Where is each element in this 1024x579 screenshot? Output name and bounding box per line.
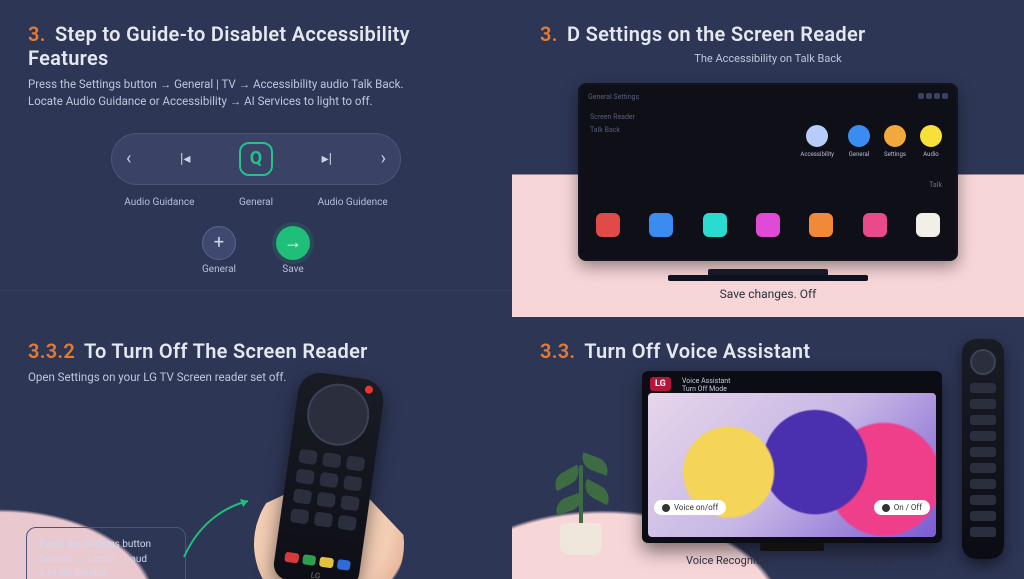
chevron-left-icon[interactable]: ‹ [126, 148, 131, 169]
pill-caption-center: General [208, 197, 305, 208]
panel2-caption: Save changes. Off [540, 287, 996, 301]
nav-pill: ‹ |◂ Q ▸| › [111, 133, 401, 185]
panel1-heading: 3. Step to Guide-to Disablet Accessibili… [28, 22, 484, 70]
panel4-step-number: 3.3. [540, 339, 575, 363]
skip-forward-icon[interactable]: ▸| [316, 148, 338, 170]
app-square-icon[interactable] [703, 213, 727, 237]
caption-voice-recognition: Voice Recognition [686, 554, 774, 567]
panel2-heading: 3. D Settings on the Screen Reader [540, 22, 996, 46]
app-square-icon[interactable] [756, 213, 780, 237]
status-icons [916, 93, 948, 101]
callout-line: Press the Settings button [39, 538, 173, 553]
tv-wallpaper [648, 393, 936, 537]
pill-caption-left: Audio Guidance [111, 197, 208, 208]
panel3-step-number: 3.3.2 [28, 339, 75, 363]
tv-status-title: General Settings [588, 93, 639, 101]
pointer-arrow-icon [182, 497, 252, 567]
center-tile-icon[interactable]: Q [239, 142, 273, 176]
add-button[interactable]: + [202, 226, 236, 260]
panel4-title: Turn Off Voice Assistant [584, 339, 810, 363]
tv-app-row-top: Accessibility General Settings Audio [800, 125, 942, 158]
tv-stand [760, 543, 824, 551]
app-square-icon[interactable] [863, 213, 887, 237]
panel4-captions: Voice Recognition AI Sound Pro [686, 554, 892, 567]
skip-back-icon[interactable]: |◂ [174, 148, 196, 170]
panel-turn-off-voice-assistant: 3.3. Turn Off Voice Assistant LG Voice A… [512, 317, 1024, 579]
save-caption: Save [282, 264, 303, 275]
app-square-icon[interactable] [916, 213, 940, 237]
chip-voice[interactable]: Voice on/off [654, 500, 726, 515]
app-tile[interactable]: Audio [920, 125, 942, 158]
panel2-subtitle: The Accessibility on Talk Back [540, 52, 996, 65]
pill-caption-right: Audio Guidence [304, 197, 401, 208]
pill-captions: Audio Guidance General Audio Guidence [111, 197, 401, 208]
panel-disable-accessibility: 3. Step to Guide-to Disablet Accessibili… [0, 0, 512, 317]
tv-status-bar: General Settings [588, 91, 948, 103]
panel4-heading: 3.3. Turn Off Voice Assistant [540, 339, 996, 363]
callout-line: General → Utront → aud [39, 553, 173, 568]
tv-right-label: Talk [929, 181, 942, 189]
lg-badge: LG [650, 377, 671, 391]
app-square-icon[interactable] [596, 213, 620, 237]
app-square-icon[interactable] [809, 213, 833, 237]
tv-screen: LG Voice Assistant Turn Off Mode Voice o… [642, 371, 942, 543]
dot-icon [662, 504, 670, 512]
panel-settings-screen-reader: 3. D Settings on the Screen Reader The A… [512, 0, 1024, 317]
add-caption: General [202, 264, 236, 275]
caption-ai-sound-pro: AI Sound Pro [828, 554, 892, 567]
tv-screen: General Settings Screen Reader Talk Back… [578, 83, 958, 261]
panel3-title: To Turn Off The Screen Reader [84, 339, 368, 363]
action-row: + General Save [28, 226, 484, 275]
remote-button-grid [290, 449, 366, 531]
plant-illustration [546, 445, 616, 555]
dot-icon [882, 504, 890, 512]
panel3-heading: 3.3.2 To Turn Off The Screen Reader [28, 339, 484, 363]
app-tile[interactable]: Accessibility [800, 125, 834, 158]
tv-side-menu: Screen Reader Talk Back [590, 111, 635, 136]
panel1-desc-line2: Locate Audio Guidance or Accessibility →… [28, 93, 448, 110]
tv-side-item[interactable]: Talk Back [590, 124, 635, 137]
power-led-icon [364, 385, 373, 394]
callout-line: a AI.GR Service [39, 567, 173, 579]
panel2-title: D Settings on the Screen Reader [567, 22, 866, 46]
panel3-subtitle: Open Settings on your LG TV Screen reade… [28, 369, 448, 386]
panel-turn-off-screen-reader: 3.3.2 To Turn Off The Screen Reader Open… [0, 317, 512, 579]
app-square-icon[interactable] [649, 213, 673, 237]
panel1-title: Step to Guide-to Disablet Accessibility … [28, 22, 410, 70]
panel1-step-number: 3. [28, 22, 46, 46]
tv-foot [668, 275, 868, 281]
tv-app-row-bottom [596, 213, 940, 237]
app-tile[interactable]: General [848, 125, 870, 158]
save-button[interactable] [276, 226, 310, 260]
app-tile[interactable]: Settings [884, 125, 906, 158]
panel2-step-number: 3. [540, 22, 558, 46]
chip-onoff[interactable]: On / Off [874, 500, 930, 515]
tv-remote-slim [962, 339, 1004, 559]
tv-side-item[interactable]: Screen Reader [590, 111, 635, 124]
panel1-desc-line1: Press the Settings button → General | TV… [28, 76, 448, 93]
instruction-callout: Press the Settings button General → Utro… [26, 527, 186, 579]
chevron-right-icon[interactable]: › [381, 148, 386, 169]
tv2-titlebar: Voice Assistant Turn Off Mode [682, 377, 730, 394]
